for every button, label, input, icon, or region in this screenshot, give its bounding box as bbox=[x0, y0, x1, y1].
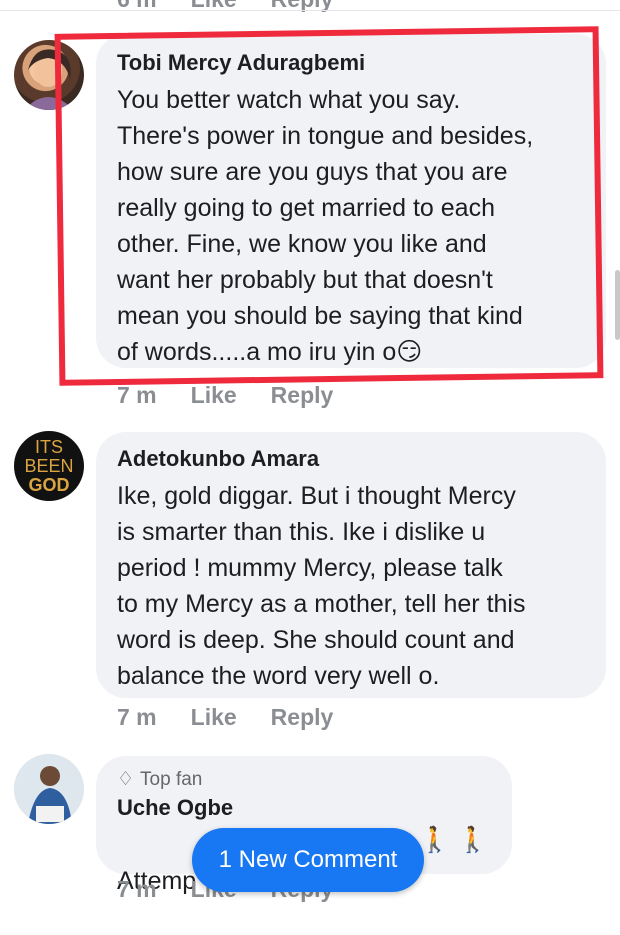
profile-photo-icon bbox=[14, 754, 84, 824]
comment-author[interactable]: Adetokunbo Amara bbox=[117, 446, 586, 472]
badge-label: Top fan bbox=[140, 768, 203, 790]
comment-time: 7 m bbox=[117, 876, 157, 902]
avatar-text: ITS bbox=[34, 436, 63, 457]
comment-text: Ike, gold diggar. But i thought Mercy is… bbox=[117, 482, 526, 690]
divider bbox=[0, 10, 620, 11]
avatar-text: BEEN bbox=[24, 455, 74, 476]
avatar[interactable] bbox=[14, 754, 84, 824]
scrollbar[interactable] bbox=[615, 270, 620, 340]
walking-emoji-icons: 🚶 🚶 bbox=[419, 826, 489, 854]
comment-actions: 7 m Like Reply bbox=[117, 704, 333, 731]
like-link[interactable]: Like bbox=[191, 0, 237, 13]
profile-photo-icon bbox=[24, 49, 74, 110]
avatar[interactable] bbox=[14, 40, 84, 110]
like-link[interactable]: Like bbox=[191, 704, 237, 731]
comment-bubble: Adetokunbo Amara Ike, gold diggar. But i… bbox=[96, 432, 606, 698]
top-fan-badge: ♢ Top fan bbox=[117, 768, 492, 791]
diamond-icon: ♢ bbox=[117, 769, 135, 790]
comment-time: 7 m bbox=[117, 382, 157, 408]
new-comment-button[interactable]: 1 New Comment bbox=[192, 828, 424, 892]
comment-author[interactable]: Uche Ogbe bbox=[117, 795, 492, 821]
avatar[interactable]: ITS BEEN GOD bbox=[14, 431, 84, 501]
reply-link[interactable]: Reply bbox=[271, 704, 334, 731]
comment-time: 6 m bbox=[117, 0, 157, 13]
comment-actions: 7 m Like Reply bbox=[117, 382, 333, 409]
reply-link[interactable]: Reply bbox=[271, 382, 334, 409]
previous-comment-actions: 6 m Like Reply bbox=[117, 0, 333, 13]
comment-text: You better watch what you say. There's p… bbox=[117, 86, 534, 366]
avatar-text: GOD bbox=[28, 474, 70, 495]
comment-bubble: Tobi Mercy Aduragbemi You better watch w… bbox=[96, 34, 606, 368]
reply-link[interactable]: Reply bbox=[271, 0, 334, 13]
comment-time: 7 m bbox=[117, 704, 157, 730]
like-link[interactable]: Like bbox=[191, 382, 237, 409]
comment-author[interactable]: Tobi Mercy Aduragbemi bbox=[117, 50, 586, 76]
